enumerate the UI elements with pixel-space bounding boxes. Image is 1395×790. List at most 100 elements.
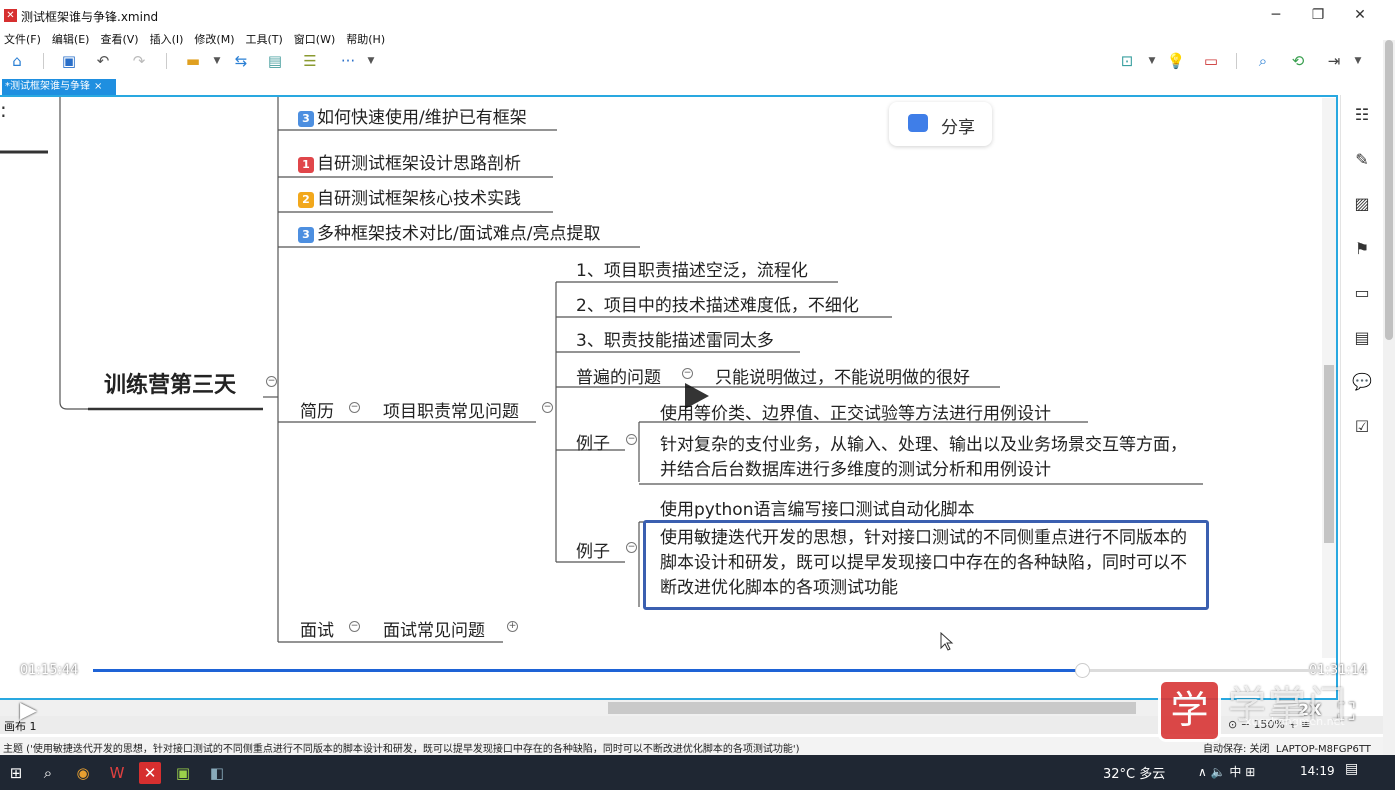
mindmap-canvas[interactable]: : 3 如何快速使用/维护已有框架 1 自研测试框架设计思路剖析 2 自研测试框… <box>0 95 1338 700</box>
tab-close-icon[interactable]: × <box>94 81 102 92</box>
window-title: 测试框架谁与争锋.xmind <box>21 10 159 24</box>
lightbulb-icon[interactable]: 💡 <box>1165 51 1187 71</box>
pycharm-icon[interactable]: ▣ <box>172 762 194 784</box>
dropdown-arrow-icon[interactable]: ▼ <box>1141 51 1163 71</box>
priority-3-icon: 3 <box>298 227 314 243</box>
comment-icon[interactable]: 💬 <box>1352 372 1372 392</box>
xmind-taskbar-icon[interactable]: ✕ <box>139 762 161 784</box>
presentation-icon[interactable]: ⊡ <box>1116 51 1138 71</box>
collapse-icon[interactable]: − <box>626 542 637 553</box>
toolbar: ⌂ ▣ ↶ ↷ ▬ ▼ ⇆ ▤ ☰ ··· ▼ ⊡ ▼ 💡 ▭ ⌕ ⟲ ⇥ ▼ <box>0 47 1383 75</box>
collapse-icon[interactable]: − <box>542 402 553 413</box>
canvas-scrollbar-thumb[interactable] <box>1324 365 1334 543</box>
problem-item[interactable]: 1、项目职责描述空泛，流程化 <box>576 256 808 281</box>
share-network-icon[interactable]: ⟲ <box>1287 51 1309 71</box>
topic-resume[interactable]: 简历 <box>300 397 334 422</box>
menu-modify[interactable]: 修改(M) <box>194 31 234 47</box>
problem-item[interactable]: 2、项目中的技术描述难度低，不细化 <box>576 291 859 316</box>
collapse-icon[interactable]: − <box>266 376 277 387</box>
more-icon[interactable]: ··· <box>337 51 359 71</box>
menu-insert[interactable]: 插入(I) <box>150 31 184 47</box>
expand-icon[interactable]: + <box>507 621 518 632</box>
topic-core-tech[interactable]: 2 自研测试框架核心技术实践 <box>298 184 521 209</box>
search-icon[interactable]: ⌕ <box>1252 51 1274 71</box>
search-icon[interactable]: ⌕ <box>37 762 59 784</box>
notification-icon[interactable]: ▤ <box>1345 761 1358 777</box>
collapse-icon[interactable]: − <box>349 402 360 413</box>
dropdown-arrow-icon[interactable]: ▼ <box>360 51 382 71</box>
outline-icon[interactable]: ▭ <box>1200 51 1222 71</box>
dropdown-arrow-icon[interactable]: ▼ <box>1347 51 1369 71</box>
topic-reuse-framework[interactable]: 3 如何快速使用/维护已有框架 <box>298 103 527 128</box>
topic-resume-problems[interactable]: 项目职责常见问题 <box>383 397 519 422</box>
notes-icon[interactable]: ▤ <box>1352 328 1372 348</box>
menu-file[interactable]: 文件(F) <box>4 31 41 47</box>
topic-label: 自研测试框架设计思路剖析 <box>317 154 521 174</box>
maximize-button[interactable]: ❐ <box>1304 4 1332 26</box>
example-1-title[interactable]: 使用等价类、边界值、正交试验等方法进行用例设计 <box>660 399 1051 424</box>
autosave-status: 自动保存: 关闭 <box>1203 744 1270 755</box>
canvas-horizontal-scrollbar-thumb[interactable] <box>608 702 1136 714</box>
tray-icons[interactable]: ∧ 🔈 中 ⊞ <box>1198 763 1255 780</box>
relationship-icon[interactable]: ⇆ <box>230 51 252 71</box>
topic-interview[interactable]: 面试 <box>300 616 334 641</box>
ime-indicator[interactable]: 中 <box>1229 765 1241 779</box>
flag-icon[interactable]: ⚑ <box>1352 239 1372 259</box>
example-1-body[interactable]: 针对复杂的支付业务，从输入、处理、输出以及业务场景交互等方面，并结合后台数据库进… <box>646 430 1206 486</box>
menu-edit[interactable]: 编辑(E) <box>52 31 90 47</box>
collapse-icon[interactable]: − <box>626 434 637 445</box>
windows-start-icon[interactable]: ⊞ <box>5 762 27 784</box>
common-problem-detail[interactable]: 只能说明做过，不能说明做的很好 <box>715 363 970 388</box>
label-icon[interactable]: ▭ <box>1352 283 1372 303</box>
save-icon[interactable]: ▣ <box>58 51 80 71</box>
topic-design-analysis[interactable]: 1 自研测试框架设计思路剖析 <box>298 149 521 174</box>
topic-label: 如何快速使用/维护已有框架 <box>317 108 527 128</box>
menu-window[interactable]: 窗口(W) <box>294 31 335 47</box>
export-icon[interactable]: ⇥ <box>1323 51 1345 71</box>
menu-view[interactable]: 查看(V) <box>100 31 138 47</box>
format-brush-icon[interactable]: ✎ <box>1352 150 1372 170</box>
example-2-title[interactable]: 使用python语言编写接口测试自动化脚本 <box>660 495 974 520</box>
menu-help[interactable]: 帮助(H) <box>346 31 385 47</box>
home-icon[interactable]: ⌂ <box>6 51 28 71</box>
priority-2-icon: 2 <box>298 192 314 208</box>
summary-icon[interactable]: ☰ <box>299 51 321 71</box>
image-icon[interactable]: ▨ <box>1352 194 1372 214</box>
collapse-icon[interactable]: − <box>349 621 360 632</box>
outline-panel-icon[interactable]: ☷ <box>1352 105 1372 125</box>
menu-tools[interactable]: 工具(T) <box>245 31 282 47</box>
topic-example-2[interactable]: 例子 <box>576 537 610 562</box>
app-icon[interactable]: ◧ <box>206 762 228 784</box>
redo-icon[interactable]: ↷ <box>128 51 150 71</box>
topic-icon[interactable]: ▬ <box>182 51 204 71</box>
dropdown-arrow-icon[interactable]: ▼ <box>206 51 228 71</box>
tab-document[interactable]: *测试框架谁与争锋 × <box>2 79 116 95</box>
topic-example-1[interactable]: 例子 <box>576 429 610 454</box>
problem-item[interactable]: 3、职责技能描述雷同太多 <box>576 326 774 351</box>
weather[interactable]: 32°C 多云 <box>1103 763 1165 782</box>
window-scrollbar-thumb[interactable] <box>1385 40 1393 340</box>
central-topic[interactable]: 训练营第三天 <box>104 367 236 399</box>
task-icon[interactable]: ☑ <box>1352 417 1372 437</box>
watermark-logo: 学 <box>1158 679 1221 742</box>
undo-icon[interactable]: ↶ <box>92 51 114 71</box>
tab-label: *测试框架谁与争锋 <box>5 81 90 92</box>
xmind-icon: ✕ <box>4 9 17 22</box>
wps-icon[interactable]: W <box>106 762 128 784</box>
host-name: LAPTOP-M8FGP6TT <box>1275 744 1371 755</box>
video-play-icon[interactable] <box>673 377 717 415</box>
status-right: 自动保存: 关闭 LAPTOP-M8FGP6TT <box>1203 740 1371 755</box>
right-side-panel: ☷ ✎ ▨ ⚑ ▭ ▤ 💬 ☑ <box>1340 95 1383 705</box>
share-button[interactable]: 分享 <box>889 102 992 146</box>
boundary-icon[interactable]: ▤ <box>264 51 286 71</box>
topic-common-problem[interactable]: 普遍的问题 <box>576 363 661 388</box>
example-2-body-selected[interactable]: 使用敏捷迭代开发的思想，针对接口测试的不同侧重点进行不同版本的脚本设计和研发，既… <box>643 520 1209 610</box>
minimize-button[interactable]: ─ <box>1262 4 1290 26</box>
video-progress-handle[interactable] <box>1075 663 1090 678</box>
chrome-icon[interactable]: ◉ <box>72 762 94 784</box>
topic-framework-comparison[interactable]: 3 多种框架技术对比/面试难点/亮点提取 <box>298 219 600 244</box>
clock[interactable]: 14:19 <box>1300 764 1335 778</box>
topic-interview-questions[interactable]: 面试常见问题 <box>383 616 485 641</box>
close-button[interactable]: ✕ <box>1346 4 1374 26</box>
video-play-button-icon[interactable]: ▶ <box>20 698 37 723</box>
